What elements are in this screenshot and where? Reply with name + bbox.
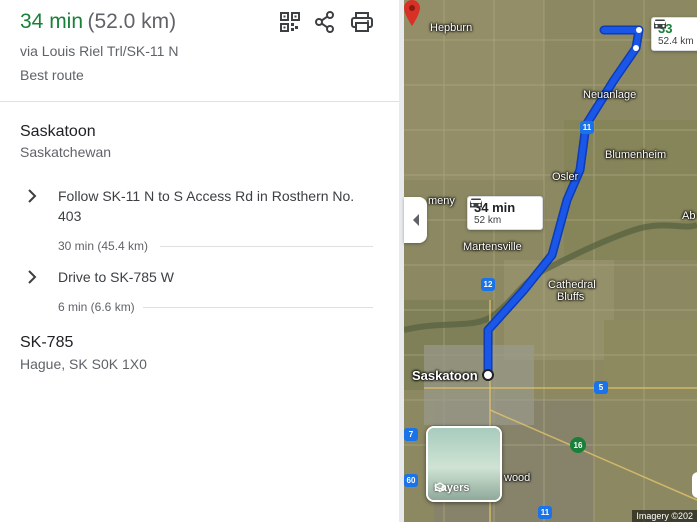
route-duration: 34 min [20, 10, 84, 33]
highway-shield-60: 60 [404, 474, 418, 487]
end-place-name: SK-785 [20, 334, 74, 351]
map-label-blumenheim: Blumenheim [605, 149, 667, 161]
route-start-marker[interactable] [482, 369, 494, 381]
triangle-left-icon [412, 214, 419, 226]
chevron-right-icon[interactable] [24, 188, 40, 204]
step-1-rule [160, 246, 373, 247]
directions-panel: 34 min (52.0 km) via Louis Riel Trl/SK-1… [0, 0, 399, 522]
callout-alt-distance: 52.4 km [658, 36, 694, 47]
map-label-cathedral: Cathedral [548, 279, 596, 291]
map-label-martensville: Martensville [463, 241, 522, 253]
map-edge-control[interactable] [692, 472, 697, 498]
highway-shield-12: 12 [481, 278, 495, 291]
qr-code-icon [280, 12, 300, 32]
layers-button[interactable]: Layers [426, 426, 502, 502]
route-distance: (52.0 km) [87, 10, 177, 33]
map-label-osler: Osler [552, 171, 579, 183]
car-icon [470, 198, 482, 208]
collapse-panel-button[interactable] [404, 197, 427, 243]
map-label-bluffs: Bluffs [557, 291, 585, 303]
step-2-instruction[interactable]: Drive to SK-785 W [58, 267, 368, 287]
route-callout-alt[interactable]: 33 52.4 km [651, 17, 697, 51]
start-place-region: Saskatchewan [20, 144, 112, 160]
map-label-meny: meny [428, 195, 455, 207]
destination-pin-icon[interactable] [404, 0, 420, 26]
route-waypoint-dot [636, 27, 642, 33]
route-summary: 34 min (52.0 km) [20, 10, 176, 34]
layers-icon [434, 482, 446, 493]
highway-shield-11: 11 [580, 121, 594, 134]
step-1-meta: 30 min (45.4 km) [58, 239, 149, 253]
layers-label: Layers [434, 482, 469, 494]
best-route-label: Best route [20, 67, 84, 83]
map-label-saskatoon: Saskatoon [412, 368, 478, 383]
highway-shield-11-south: 11 [538, 506, 552, 519]
map-label-ab: Ab [682, 210, 696, 222]
map-label-neuanlage: Neuanlage [583, 89, 637, 101]
highway-shield-16: 16 [570, 437, 586, 453]
callout-main-distance: 52 km [474, 215, 502, 226]
highway-shield-5: 5 [594, 381, 608, 394]
map-label-wood: wood [504, 472, 531, 484]
start-place-name: Saskatoon [20, 123, 96, 140]
step-2-meta: 6 min (6.6 km) [58, 300, 135, 314]
car-icon [654, 19, 666, 29]
route-waypoint-dot [633, 45, 639, 51]
share-button[interactable] [313, 10, 337, 34]
chevron-right-icon[interactable] [24, 269, 40, 285]
route-callout-main[interactable]: 34 min 52 km [467, 196, 543, 230]
print-button[interactable] [350, 10, 374, 34]
share-icon [315, 11, 334, 33]
map-view[interactable]: Hepburn Neuanlage Blumenheim Osler meny … [404, 0, 697, 522]
print-icon [351, 12, 373, 32]
map-label-hepburn: Hepburn [430, 22, 473, 34]
step-1-instruction[interactable]: Follow SK-11 N to S Access Rd in Rosther… [58, 186, 368, 226]
panel-divider [0, 101, 399, 102]
end-place-address: Hague, SK S0K 1X0 [20, 356, 147, 372]
imagery-attribution: Imagery ©202 [632, 510, 697, 522]
qr-code-button[interactable] [278, 10, 302, 34]
highway-shield-7: 7 [404, 428, 418, 441]
route-via: via Louis Riel Trl/SK-11 N [20, 43, 179, 59]
step-2-rule [143, 307, 373, 308]
